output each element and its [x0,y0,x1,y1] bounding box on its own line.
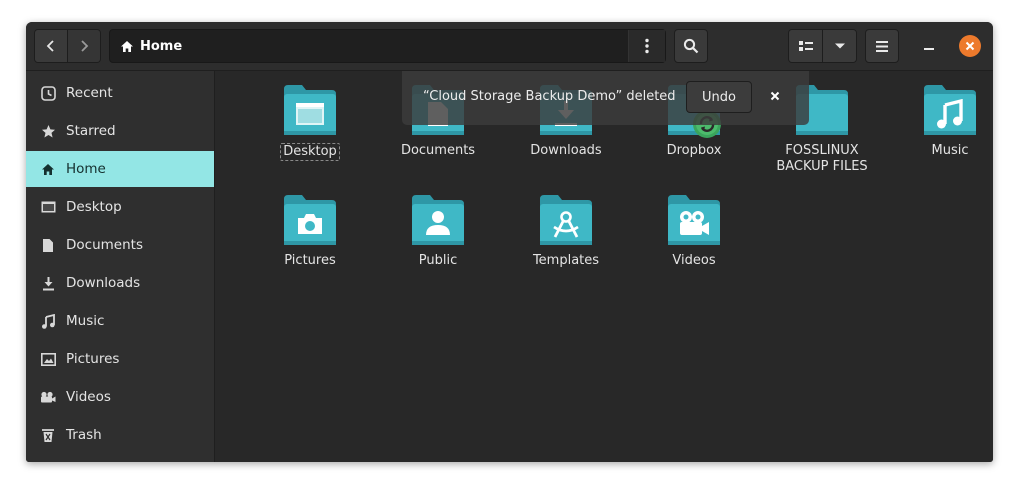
path-crumb-label: Home [140,38,183,54]
home-icon [40,161,56,177]
folder-icon [666,193,722,247]
sidebar-item-label: Pictures [66,351,120,367]
hamburger-icon [876,40,888,52]
sidebar-item-label: Desktop [66,199,122,215]
folder-icon [538,193,594,247]
picture-icon [40,351,56,367]
view-dropdown-button[interactable] [822,30,856,62]
document-icon [40,237,56,253]
sidebar-item-trash[interactable]: Trash [26,417,214,453]
forward-button[interactable] [67,30,100,62]
folder-icon [282,193,338,247]
minimize-icon [924,48,934,50]
search-button[interactable] [674,29,708,63]
video-camera-icon [680,211,709,235]
list-view-button[interactable] [789,30,822,62]
file-item-label: Public [418,253,458,268]
sidebar-item-home[interactable]: Home [26,151,214,187]
back-button[interactable] [35,30,67,62]
camera-icon [298,214,322,234]
vertical-dots-icon [645,38,649,54]
video-icon [40,389,56,405]
file-item-label: Pictures [284,253,336,268]
chevron-down-icon [834,43,845,49]
minimize-button[interactable] [919,36,939,56]
sidebar-item-label: Videos [66,389,111,405]
sidebar-item-label: Home [66,161,106,177]
user-icon [426,211,450,235]
main-menu-button[interactable] [865,29,899,63]
sidebar-item-videos[interactable]: Videos [26,379,214,415]
sidebar-item-label: Downloads [66,275,141,291]
file-item-label: FOSSLINUX BACKUP FILES [776,143,868,174]
file-item-label: Dropbox [666,143,722,158]
list-view-icon [798,41,813,51]
sidebar-item-pictures[interactable]: Pictures [26,341,214,377]
desktop-icon [40,199,56,215]
sidebar-item-documents[interactable]: Documents [26,227,214,263]
dismiss-notification-button[interactable] [767,88,783,104]
navigation-buttons [34,29,101,63]
close-icon [965,41,975,51]
view-options [788,29,857,63]
home-icon [121,40,133,52]
desktop-icon [296,103,324,125]
notification-message: “Cloud Storage Backup Demo” deleted [423,89,676,104]
undo-button[interactable]: Undo [686,81,752,113]
path-crumb-home[interactable]: Home [120,30,182,62]
file-item-public[interactable]: Public [375,193,501,269]
sidebar: Recent Starred Home Desktop Documents Do… [26,71,215,462]
sidebar-item-music[interactable]: Music [26,303,214,339]
path-menu-button[interactable] [628,30,665,62]
undo-notification: “Cloud Storage Backup Demo” deleted Undo [402,71,809,125]
path-bar[interactable]: Home [109,29,666,63]
music-icon [937,99,963,129]
file-item-label: Downloads [530,143,602,158]
sidebar-item-label: Recent [66,85,113,101]
folder-icon [922,83,978,137]
file-item-music[interactable]: Music [887,83,993,159]
sidebar-item-label: Trash [66,427,102,443]
folder-icon [410,193,466,247]
close-window-button[interactable] [959,35,981,57]
file-item-label: Music [931,143,969,158]
file-manager-window: Home Recent Starred Home Desktop Documen… [26,22,993,462]
header-bar: Home [26,22,993,71]
file-grid: Desktop Documents Downloads Dropbox FOSS… [215,71,993,462]
chevron-left-icon [46,40,54,52]
file-item-pictures[interactable]: Pictures [247,193,373,269]
trash-icon [40,427,56,443]
compass-icon [553,211,579,238]
music-icon [40,313,56,329]
file-item-label: Documents [400,143,476,158]
file-item-label: Videos [672,253,716,268]
file-item-videos[interactable]: Videos [631,193,757,269]
search-icon [683,38,699,54]
file-item-label: Desktop [280,143,340,161]
folder-icon [282,83,338,137]
sidebar-item-desktop[interactable]: Desktop [26,189,214,225]
sidebar-item-label: Starred [66,123,116,139]
star-icon [40,123,56,139]
file-item-templates[interactable]: Templates [503,193,629,269]
download-icon [40,275,56,291]
sidebar-item-label: Documents [66,237,143,253]
close-icon [770,91,780,101]
sidebar-item-downloads[interactable]: Downloads [26,265,214,301]
file-item-desktop[interactable]: Desktop [247,83,373,161]
chevron-right-icon [81,40,89,52]
sidebar-item-starred[interactable]: Starred [26,113,214,149]
file-item-label: Templates [532,253,600,268]
clock-icon [40,85,56,101]
sidebar-item-recent[interactable]: Recent [26,75,214,111]
sidebar-item-label: Music [66,313,105,329]
